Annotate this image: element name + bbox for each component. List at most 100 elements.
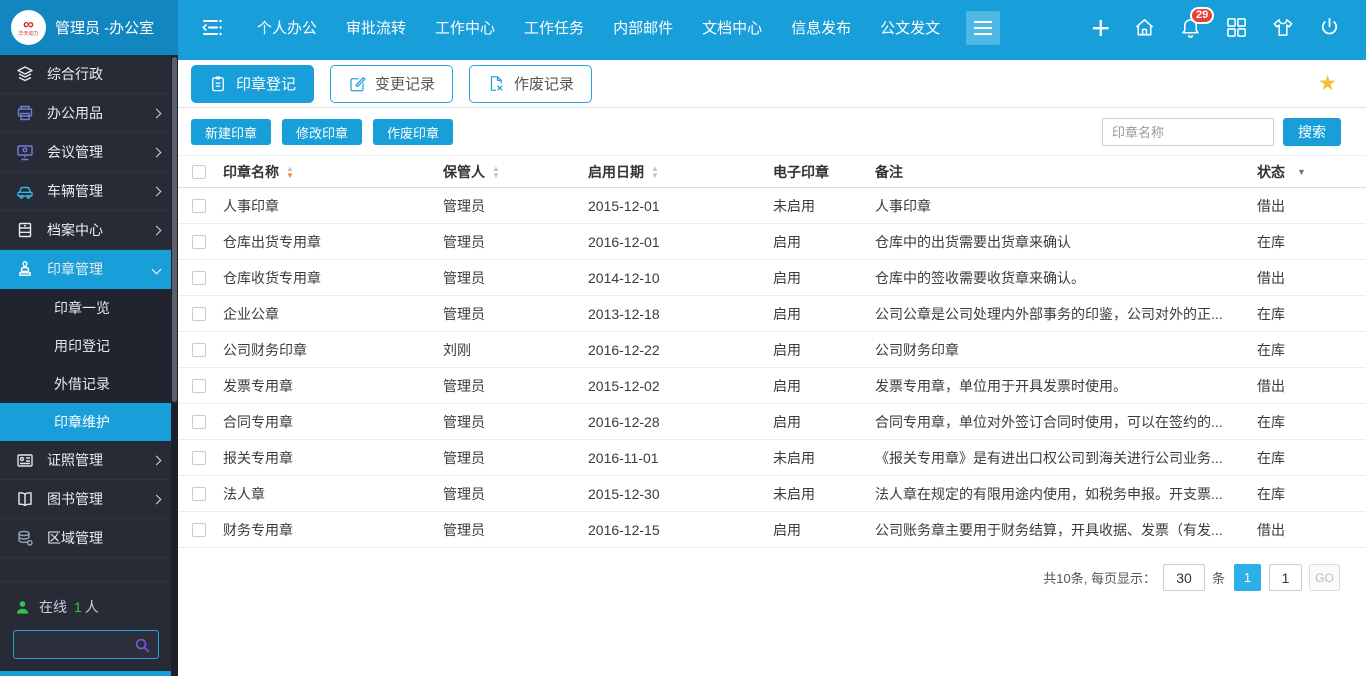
search-icon[interactable] — [134, 637, 150, 653]
row-checkbox[interactable] — [192, 343, 206, 357]
column-header-name[interactable]: 印章名称 — [223, 162, 279, 182]
table-row[interactable]: 报关专用章 管理员 2016-11-01 未启用 《报关专用章》是有进出口权公司… — [178, 440, 1366, 476]
row-checkbox[interactable] — [192, 271, 206, 285]
tab-change-records[interactable]: 变更记录 — [330, 65, 453, 103]
theme-shirt-icon[interactable] — [1271, 16, 1295, 39]
nav-info-publish[interactable]: 信息发布 — [791, 17, 851, 38]
row-checkbox[interactable] — [192, 451, 206, 465]
sidebar-item-general-admin[interactable]: 综合行政 — [0, 55, 178, 94]
sort-icon-start-date[interactable]: ▲▼ — [651, 165, 659, 179]
row-checkbox[interactable] — [192, 415, 206, 429]
submenu-item-seal-maintenance[interactable]: 印章维护 — [0, 403, 178, 441]
logout-power-icon[interactable] — [1318, 16, 1341, 39]
brand-area: ∞ 华天动力 管理员 -办公室 — [0, 0, 178, 55]
table-row[interactable]: 财务专用章 管理员 2016-12-15 启用 公司账务章主要用于财务结算，开具… — [178, 512, 1366, 548]
row-checkbox[interactable] — [192, 199, 206, 213]
sidebar-item-archive-center[interactable]: 档案中心 — [0, 211, 178, 250]
sidebar-item-office-supplies[interactable]: 办公用品 — [0, 94, 178, 133]
online-unit: 人 — [85, 597, 99, 617]
column-header-keeper[interactable]: 保管人 — [443, 162, 485, 182]
submenu-item-seal-usage-register[interactable]: 用印登记 — [0, 327, 178, 365]
submenu-item-lending-records[interactable]: 外借记录 — [0, 365, 178, 403]
sidebar-item-seal-mgmt[interactable]: 印章管理 — [0, 250, 178, 289]
select-all-checkbox[interactable] — [192, 165, 206, 179]
table-row[interactable]: 法人章 管理员 2015-12-30 未启用 法人章在规定的有限用途内使用，如税… — [178, 476, 1366, 512]
layers-icon — [15, 65, 34, 84]
page-size-input[interactable] — [1163, 564, 1205, 591]
cell-seal-name: 企业公章 — [223, 304, 443, 324]
notifications-bell-icon[interactable]: 29 — [1179, 16, 1202, 39]
cell-keeper: 管理员 — [443, 304, 588, 324]
cell-status: 在库 — [1257, 232, 1352, 252]
void-seal-button[interactable]: 作废印章 — [373, 119, 453, 145]
table-row[interactable]: 仓库出货专用章 管理员 2016-12-01 启用 仓库中的出货需要出货章来确认… — [178, 224, 1366, 260]
clipboard-icon — [209, 74, 227, 93]
nav-internal-mail[interactable]: 内部邮件 — [613, 17, 673, 38]
column-header-status[interactable]: 状态 — [1257, 162, 1285, 182]
cell-remark: 仓库中的出货需要出货章来确认 — [875, 232, 1257, 252]
nav-work-tasks[interactable]: 工作任务 — [524, 17, 584, 38]
table-row[interactable]: 仓库收货专用章 管理员 2014-12-10 启用 仓库中的签收需要收货章来确认… — [178, 260, 1366, 296]
sidebar-item-book-mgmt[interactable]: 图书管理 — [0, 480, 178, 519]
seal-name-search-input[interactable] — [1102, 118, 1274, 146]
status-filter-caret-icon[interactable]: ▼ — [1297, 167, 1306, 177]
meeting-icon — [15, 143, 34, 162]
tab-void-records[interactable]: 作废记录 — [469, 65, 592, 103]
sidebar-search-box — [13, 630, 159, 659]
page-number-input[interactable] — [1269, 564, 1302, 591]
row-checkbox[interactable] — [192, 523, 206, 537]
online-label: 在线 — [39, 597, 67, 617]
nav-approval-flow[interactable]: 审批流转 — [346, 17, 406, 38]
cell-remark: 仓库中的签收需要收货章来确认。 — [875, 268, 1257, 288]
tabs-bar: 印章登记 变更记录 作废记录 ★ — [178, 60, 1366, 108]
sidebar-item-vehicle-mgmt[interactable]: 车辆管理 — [0, 172, 178, 211]
column-header-start-date[interactable]: 启用日期 — [588, 162, 644, 182]
row-checkbox[interactable] — [192, 379, 206, 393]
cell-keeper: 管理员 — [443, 268, 588, 288]
nav-work-center[interactable]: 工作中心 — [435, 17, 495, 38]
sidebar-scrollbar-thumb[interactable] — [172, 57, 177, 402]
sidebar-item-license-mgmt[interactable]: 证照管理 — [0, 441, 178, 480]
cell-eseal: 启用 — [773, 520, 875, 540]
row-checkbox[interactable] — [192, 307, 206, 321]
submenu-item-label: 印章维护 — [54, 412, 110, 432]
sidebar-search-input[interactable] — [22, 637, 134, 652]
row-checkbox[interactable] — [192, 487, 206, 501]
current-page-button[interactable]: 1 — [1234, 564, 1261, 591]
tab-seal-register[interactable]: 印章登记 — [191, 65, 314, 103]
apps-grid-icon[interactable] — [1225, 16, 1248, 39]
new-seal-button[interactable]: 新建印章 — [191, 119, 271, 145]
sidebar-item-label: 区域管理 — [47, 528, 103, 548]
table-search-area: 搜索 — [1102, 118, 1353, 146]
sort-icon-name[interactable]: ▲▼ — [286, 165, 294, 179]
nav-official-dispatch[interactable]: 公文发文 — [880, 17, 940, 38]
table-row[interactable]: 公司财务印章 刘刚 2016-12-22 启用 公司财务印章 在库 — [178, 332, 1366, 368]
search-button[interactable]: 搜索 — [1283, 118, 1341, 146]
go-button[interactable]: GO — [1309, 564, 1340, 591]
table-row[interactable]: 合同专用章 管理员 2016-12-28 启用 合同专用章，单位对外签订合同时使… — [178, 404, 1366, 440]
nav-document-center[interactable]: 文档中心 — [702, 17, 762, 38]
sort-icon-keeper[interactable]: ▲▼ — [492, 165, 500, 179]
more-menu-button[interactable] — [966, 11, 1000, 45]
sidebar-item-label: 办公用品 — [47, 103, 103, 123]
table-row[interactable]: 发票专用章 管理员 2015-12-02 启用 发票专用章，单位用于开具发票时使… — [178, 368, 1366, 404]
favorite-star-icon[interactable]: ★ — [1318, 73, 1353, 94]
cell-seal-name: 发票专用章 — [223, 376, 443, 396]
home-icon[interactable] — [1133, 16, 1156, 39]
row-checkbox[interactable] — [192, 235, 206, 249]
sidebar-bottom-accent — [0, 671, 178, 676]
table-row[interactable]: 企业公章 管理员 2013-12-18 启用 公司公章是公司处理内外部事务的印鉴… — [178, 296, 1366, 332]
sidebar-item-region-mgmt[interactable]: 区域管理 — [0, 519, 178, 558]
certificate-card-icon — [15, 451, 34, 470]
edit-seal-button[interactable]: 修改印章 — [282, 119, 362, 145]
sidebar-footer: 在线 1 人 — [0, 581, 171, 671]
user-title: 管理员 -办公室 — [55, 17, 154, 38]
sidebar-item-meeting-mgmt[interactable]: 会议管理 — [0, 133, 178, 172]
table-row[interactable]: 人事印章 管理员 2015-12-01 未启用 人事印章 借出 — [178, 188, 1366, 224]
submenu-item-seal-overview[interactable]: 印章一览 — [0, 289, 178, 327]
nav-personal-office[interactable]: 个人办公 — [257, 17, 317, 38]
collapse-sidebar-icon[interactable] — [199, 17, 226, 38]
add-icon[interactable]: + — [1091, 15, 1110, 41]
cell-eseal: 启用 — [773, 232, 875, 252]
cell-eseal: 未启用 — [773, 196, 875, 216]
